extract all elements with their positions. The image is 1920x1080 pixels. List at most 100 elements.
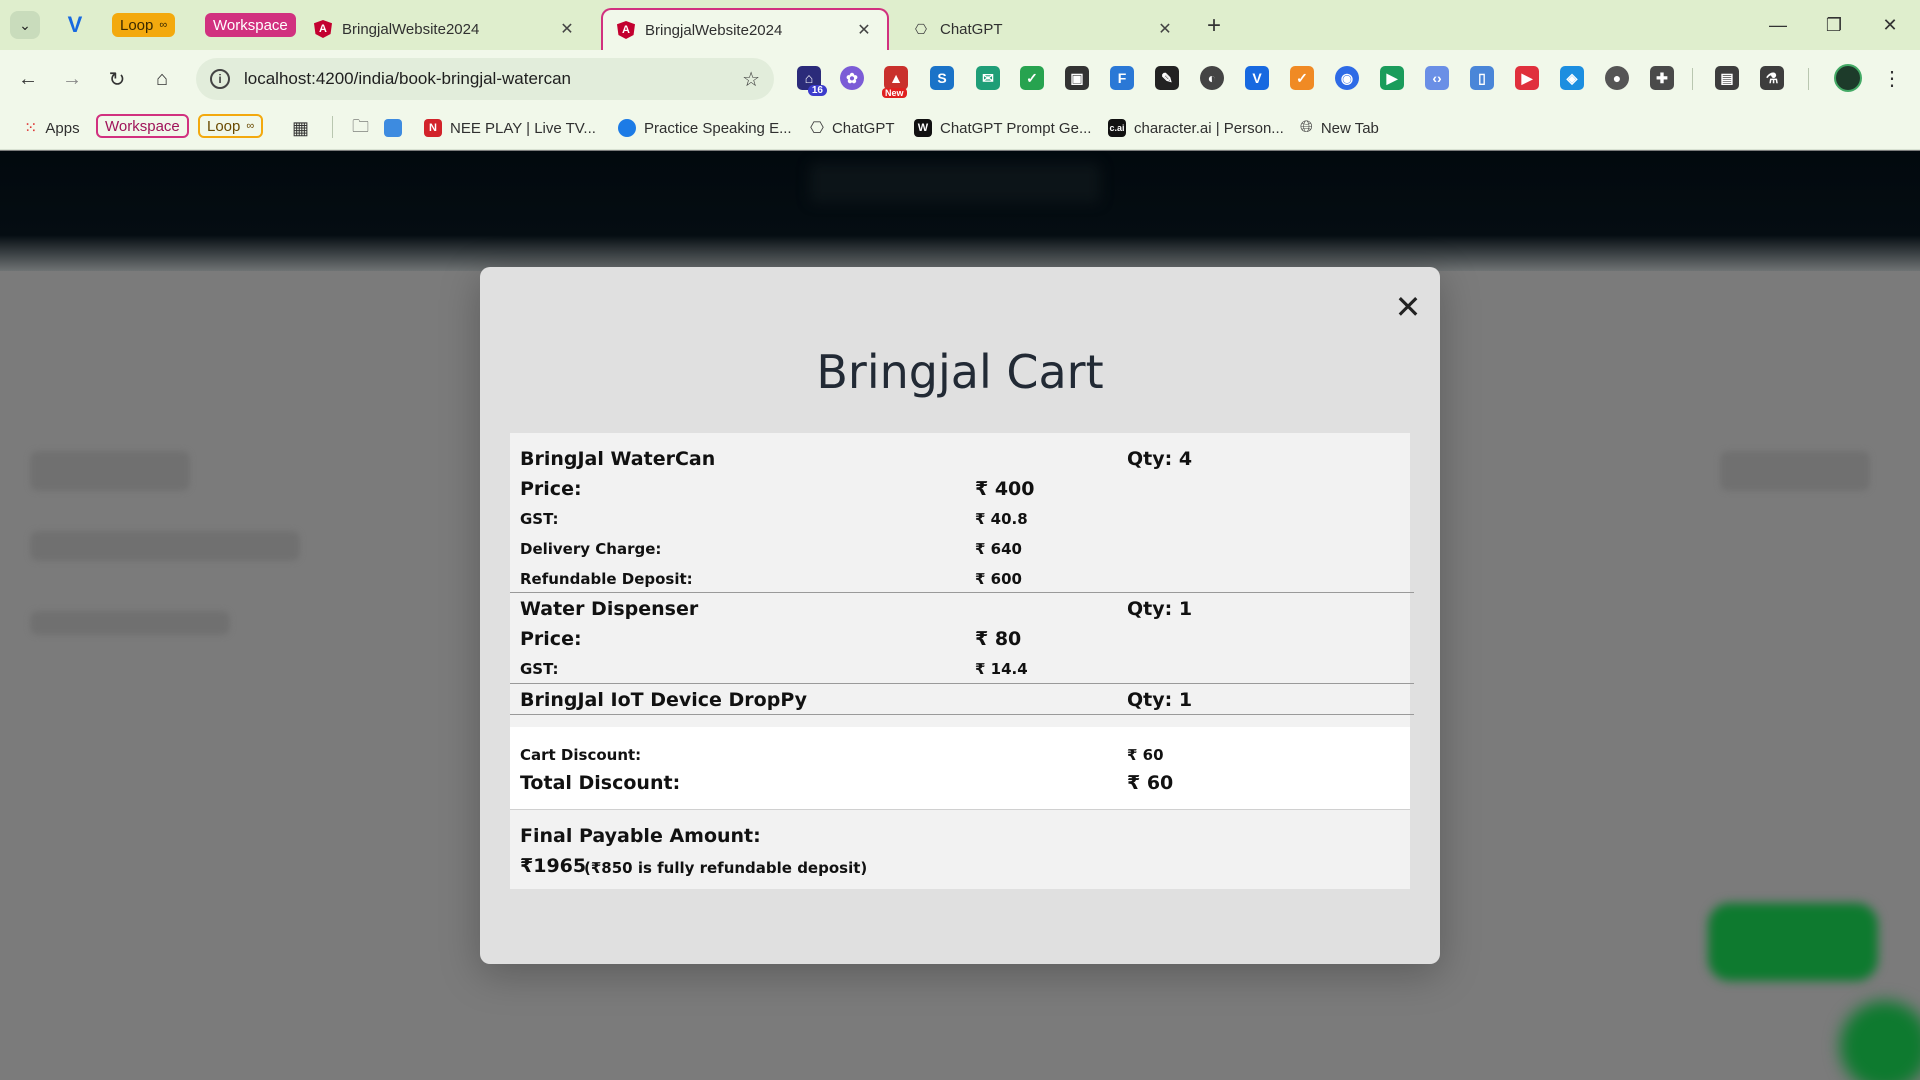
background-element <box>30 531 300 561</box>
extension-shield-icon[interactable]: ✓ <box>1020 66 1044 90</box>
labs-flask-icon[interactable]: ⚗ <box>1760 66 1784 90</box>
bookmark-new-tab[interactable]: 🌐︎ New Tab <box>1300 114 1379 142</box>
extension-blue-circle-icon[interactable]: ◉ <box>1335 66 1359 90</box>
final-amount-label: Final Payable Amount: <box>520 825 761 847</box>
close-window-button[interactable]: ✕ <box>1870 10 1910 40</box>
cart-discount-label: Cart Discount: <box>520 746 642 764</box>
close-tab-icon[interactable]: ✕ <box>558 19 576 39</box>
tab-bringjal-1[interactable]: A BringjalWebsite2024 ✕ <box>300 8 590 50</box>
discount-summary: Cart Discount: ₹ 60 Total Discount: ₹ 60 <box>510 727 1410 809</box>
cart-modal: ✕ Bringjal Cart BringJal WaterCan Qty: 4… <box>480 267 1440 964</box>
deposit-label: Refundable Deposit: <box>520 570 693 588</box>
extension-bookmark-icon[interactable]: ▶ <box>1515 66 1539 90</box>
bookmark-group-workspace[interactable]: Workspace <box>96 114 189 138</box>
price-label: Price: <box>520 628 582 650</box>
price-value: ₹ 400 <box>975 478 1035 500</box>
bookmark-star-icon[interactable]: ☆ <box>742 67 760 92</box>
bookmark-chatgpt[interactable]: ⎔ ChatGPT <box>810 114 895 142</box>
extension-dev-icon[interactable]: ◈ <box>1560 66 1584 90</box>
extension-person-icon[interactable]: ✓ <box>1290 66 1314 90</box>
bookmark-blue-square-icon[interactable] <box>384 114 402 142</box>
extension-gear-icon[interactable]: ✿ <box>840 66 864 90</box>
extension-play-icon[interactable]: ▶ <box>1380 66 1404 90</box>
cart-item-dispenser: Water Dispenser Qty: 1 Price: ₹ 80 GST: … <box>510 593 1414 684</box>
reload-button[interactable]: ↻ <box>101 63 133 95</box>
tab-group-workspace[interactable]: Workspace <box>205 13 296 37</box>
extension-s-icon[interactable]: S <box>930 66 954 90</box>
final-payable-summary: Final Payable Amount: ₹1965 (₹850 is ful… <box>510 809 1410 889</box>
extension-mail-icon[interactable]: ✉ <box>976 66 1000 90</box>
practice-icon <box>618 119 636 137</box>
bookmark-nee-play[interactable]: N NEE PLAY | Live TV... <box>424 114 596 142</box>
extension-code-icon[interactable]: ‹› <box>1425 66 1449 90</box>
gst-value: ₹ 40.8 <box>975 510 1028 528</box>
pinned-tab-v-icon[interactable]: V <box>62 12 88 38</box>
angular-favicon-icon: A <box>617 21 635 39</box>
globe-icon: 🌐︎ <box>1300 119 1313 136</box>
toolbar-separator <box>1808 68 1809 90</box>
apps-grid-icon: ⁙ <box>24 120 38 137</box>
tab-chatgpt[interactable]: ⎔ ChatGPT ✕ <box>898 8 1188 50</box>
restore-window-button[interactable]: ❐ <box>1814 10 1854 40</box>
site-info-icon[interactable]: i <box>210 69 230 89</box>
extensions-puzzle-icon[interactable]: ✚ <box>1650 66 1674 90</box>
gst-value: ₹ 14.4 <box>975 660 1028 678</box>
new-tab-button[interactable]: + <box>1200 12 1228 40</box>
profile-avatar[interactable] <box>1834 64 1862 92</box>
extension-v-icon[interactable]: V <box>1245 66 1269 90</box>
folder-icon[interactable]: 🗀 <box>352 114 369 142</box>
gst-label: GST: <box>520 660 559 678</box>
chatgpt-icon: ⎔ <box>810 120 824 137</box>
tab-groups-grid-icon[interactable]: ▦ <box>292 114 309 142</box>
item-qty: Qty: 1 <box>1127 689 1193 711</box>
toolbar-separator <box>1692 68 1693 90</box>
extension-home-icon[interactable]: ⌂ 16 <box>797 66 827 96</box>
delivery-label: Delivery Charge: <box>520 540 662 558</box>
glasses-icon: ∞ <box>246 120 255 132</box>
reading-list-icon[interactable]: ▤ <box>1715 66 1739 90</box>
tab-strip: ⌄ V Loop ∞ Workspace A BringjalWebsite202… <box>0 0 1920 50</box>
extension-bulb-icon[interactable]: ● <box>1605 66 1629 90</box>
extension-circle-icon[interactable]: ◐ <box>1200 66 1224 90</box>
background-element <box>30 451 190 491</box>
prompt-generator-icon: W <box>914 119 932 137</box>
forward-button[interactable]: → <box>56 63 88 95</box>
glasses-icon: ∞ <box>159 19 168 31</box>
total-discount-value: ₹ 60 <box>1127 772 1174 794</box>
site-header <box>0 151 1920 271</box>
cart-items-list: BringJal WaterCan Qty: 4 Price: ₹ 400 GS… <box>510 433 1414 729</box>
extension-eyedropper-icon[interactable]: ✎ <box>1155 66 1179 90</box>
item-name: BringJal WaterCan <box>520 448 716 470</box>
back-button[interactable]: ← <box>12 63 44 95</box>
bookmark-separator <box>332 116 333 138</box>
tab-bringjal-2-active[interactable]: A BringjalWebsite2024 ✕ <box>601 8 889 50</box>
bookmark-apps[interactable]: ⁙ Apps <box>24 114 80 142</box>
bookmark-practice-speaking[interactable]: Practice Speaking E... <box>618 114 792 142</box>
chatgpt-favicon-icon: ⎔ <box>914 20 928 37</box>
cart-discount-value: ₹ 60 <box>1127 746 1164 764</box>
extension-doc-icon[interactable]: ▯ <box>1470 66 1494 90</box>
total-discount-label: Total Discount: <box>520 772 681 794</box>
extension-image-icon[interactable]: ▣ <box>1065 66 1089 90</box>
item-qty: Qty: 1 <box>1127 598 1193 620</box>
browser-menu-icon[interactable]: ⋮ <box>1880 62 1904 94</box>
gst-label: GST: <box>520 510 559 528</box>
modal-title: Bringjal Cart <box>816 345 1104 399</box>
bookmark-chatgpt-prompt[interactable]: W ChatGPT Prompt Ge... <box>914 114 1091 142</box>
background-element <box>1720 451 1870 491</box>
tab-search-chevron-icon[interactable]: ⌄ <box>10 11 40 39</box>
bookmark-group-loop[interactable]: Loop ∞ <box>198 114 264 138</box>
whatsapp-chat-icon <box>1840 1001 1920 1080</box>
cart-item-iot-device: BringJal IoT Device DropPy Qty: 1 <box>510 684 1414 715</box>
close-modal-button[interactable]: ✕ <box>1388 287 1428 327</box>
bookmark-character-ai[interactable]: c.ai character.ai | Person... <box>1108 114 1284 142</box>
minimize-window-button[interactable]: — <box>1758 10 1798 40</box>
extension-fi-icon[interactable]: F <box>1110 66 1134 90</box>
address-bar[interactable]: i localhost:4200/india/book-bringjal-wat… <box>196 58 774 100</box>
close-tab-icon[interactable]: ✕ <box>855 20 873 40</box>
home-button[interactable]: ⌂ <box>146 63 178 95</box>
extension-new-icon[interactable]: ▲ New <box>882 66 908 98</box>
deposit-value: ₹ 600 <box>975 570 1022 588</box>
tab-group-loop[interactable]: Loop ∞ <box>112 13 176 37</box>
close-tab-icon[interactable]: ✕ <box>1156 19 1174 39</box>
